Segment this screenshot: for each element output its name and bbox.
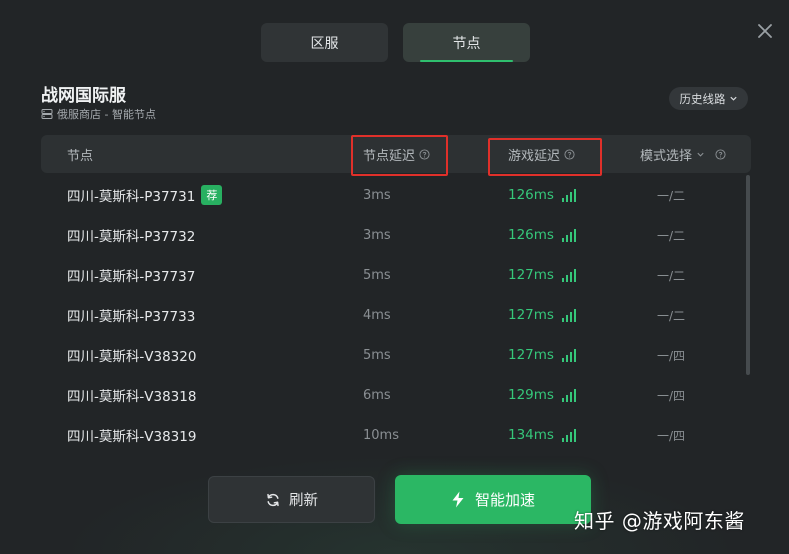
refresh-button[interactable]: 刷新 xyxy=(208,476,375,523)
node-latency: 3ms xyxy=(363,227,391,243)
signal-bars-icon xyxy=(561,228,576,242)
node-name-cell: 四川-莫斯科-P37731 荐 xyxy=(67,175,223,215)
signal-bars-icon xyxy=(561,428,576,442)
accelerate-label: 智能加速 xyxy=(474,491,535,509)
signal-bars-icon xyxy=(561,348,576,362)
node-latency: 5ms xyxy=(363,347,391,363)
node-list: 四川-莫斯科-P37731 荐 3ms 126ms 一/二 四川-莫斯科-P37… xyxy=(41,175,741,455)
table-row[interactable]: 四川-莫斯科-P37733 4ms 127ms 一/二 xyxy=(41,295,741,335)
node-name: 四川-莫斯科-V38320 xyxy=(67,349,197,365)
table-row[interactable]: 四川-莫斯科-P37731 荐 3ms 126ms 一/二 xyxy=(41,175,741,215)
table-row[interactable]: 四川-莫斯科-V38320 5ms 127ms 一/四 xyxy=(41,335,741,375)
history-route-label: 历史线路 xyxy=(679,91,726,106)
mode-value: 一/四 xyxy=(657,388,686,403)
node-name-cell: 四川-莫斯科-P37737 xyxy=(67,255,195,295)
node-name: 四川-莫斯科-V38318 xyxy=(67,389,197,405)
mode-value: 一/二 xyxy=(657,268,686,283)
table-row[interactable]: 四川-莫斯科-V38318 6ms 129ms 一/四 xyxy=(41,375,741,415)
game-latency: 127ms xyxy=(508,267,554,283)
header-node: 节点 xyxy=(67,135,93,173)
game-latency-cell: 127ms xyxy=(508,295,576,335)
game-latency-cell: 126ms xyxy=(508,175,576,215)
node-name: 四川-莫斯科-P37731 xyxy=(67,189,196,205)
mode-value: 一/二 xyxy=(657,188,686,203)
tab-region[interactable]: 区服 xyxy=(261,23,388,62)
game-latency-cell: 127ms xyxy=(508,255,576,295)
chevron-down-icon xyxy=(729,96,737,101)
node-name: 四川-莫斯科-P37733 xyxy=(67,309,196,325)
game-latency: 127ms xyxy=(508,347,554,363)
refresh-icon xyxy=(267,493,279,506)
game-latency-cell: 127ms xyxy=(508,335,576,375)
signal-bars-icon xyxy=(561,308,576,322)
mode-value: 一/二 xyxy=(657,228,686,243)
header-node-label: 节点 xyxy=(67,148,94,164)
node-name-cell: 四川-莫斯科-V38320 xyxy=(67,335,196,375)
signal-bars-icon xyxy=(561,268,576,282)
highlight-box-game-latency xyxy=(488,138,602,176)
node-name: 四川-莫斯科-V38319 xyxy=(67,429,197,445)
game-latency: 126ms xyxy=(508,187,554,203)
table-row[interactable]: 四川-莫斯科-P37732 3ms 126ms 一/二 xyxy=(41,215,741,255)
smart-accelerate-button[interactable]: 智能加速 xyxy=(395,475,591,524)
page-title: 战网国际服 xyxy=(41,86,126,106)
node-name: 四川-莫斯科-P37737 xyxy=(67,269,196,285)
close-icon[interactable] xyxy=(755,21,775,41)
node-latency: 5ms xyxy=(363,267,391,283)
recommended-badge: 荐 xyxy=(201,185,223,205)
game-latency: 129ms xyxy=(508,387,554,403)
question-circle-icon[interactable] xyxy=(715,148,726,160)
chevron-down-icon xyxy=(697,152,704,157)
tab-node[interactable]: 节点 xyxy=(403,23,530,62)
list-scrollbar[interactable] xyxy=(746,175,750,375)
mode-value: 一/四 xyxy=(657,348,686,363)
node-name-cell: 四川-莫斯科-P37733 xyxy=(67,295,195,335)
node-latency: 6ms xyxy=(363,387,391,403)
watermark: 知乎 @游戏阿东酱 xyxy=(574,509,745,533)
game-latency: 134ms xyxy=(508,427,554,443)
game-latency-cell: 134ms xyxy=(508,415,576,455)
subtitle-text: 俄服商店 - 智能节点 xyxy=(57,108,156,121)
header-mode[interactable]: 模式选择 xyxy=(640,135,726,173)
game-latency: 127ms xyxy=(508,307,554,323)
tab-bar: 区服 节点 xyxy=(261,23,530,62)
server-icon xyxy=(41,109,53,119)
node-name-cell: 四川-莫斯科-V38319 xyxy=(67,415,196,455)
page-subtitle: 俄服商店 - 智能节点 xyxy=(41,106,156,122)
node-name: 四川-莫斯科-P37732 xyxy=(67,229,196,245)
signal-bars-icon xyxy=(561,388,576,402)
game-latency-cell: 126ms xyxy=(508,215,576,255)
header-mode-label: 模式选择 xyxy=(640,148,693,164)
node-latency: 10ms xyxy=(363,427,399,443)
node-latency: 4ms xyxy=(363,307,391,323)
node-select-dialog: 区服 节点 战网国际服 俄服商店 - 智能节点 历史线路 节点 节点延迟 游戏延… xyxy=(0,0,789,554)
game-latency-cell: 129ms xyxy=(508,375,576,415)
node-name-cell: 四川-莫斯科-V38318 xyxy=(67,375,196,415)
game-latency: 126ms xyxy=(508,227,554,243)
refresh-label: 刷新 xyxy=(289,493,318,509)
node-latency: 3ms xyxy=(363,187,391,203)
signal-bars-icon xyxy=(561,188,576,202)
mode-value: 一/二 xyxy=(657,308,686,323)
node-name-cell: 四川-莫斯科-P37732 xyxy=(67,215,195,255)
history-route-button[interactable]: 历史线路 xyxy=(669,87,748,110)
lightning-icon xyxy=(452,491,464,508)
table-row[interactable]: 四川-莫斯科-P37737 5ms 127ms 一/二 xyxy=(41,255,741,295)
mode-value: 一/四 xyxy=(657,428,686,443)
table-row[interactable]: 四川-莫斯科-V38319 10ms 134ms 一/四 xyxy=(41,415,741,455)
highlight-box-node-latency xyxy=(351,135,448,176)
